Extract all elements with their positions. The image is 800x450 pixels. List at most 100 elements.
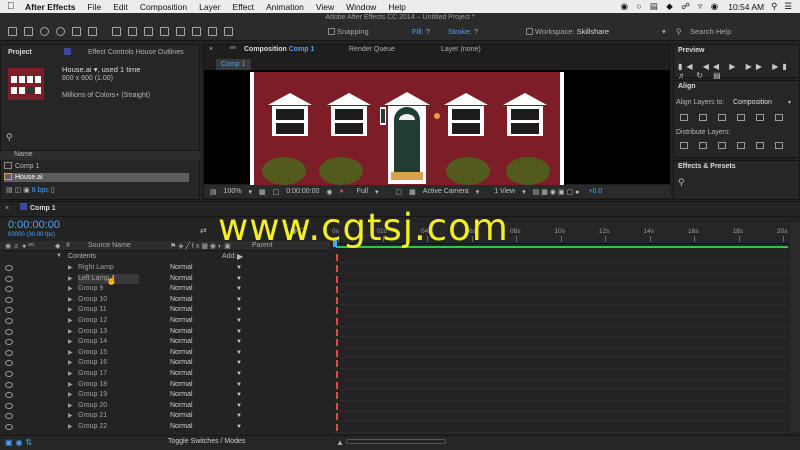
layer-name[interactable]: Group 18 (78, 380, 107, 391)
pen-tool-icon[interactable] (128, 27, 137, 36)
av-switch-icons[interactable]: ◉♬●⎃ (5, 242, 36, 251)
track-row[interactable] (333, 295, 789, 306)
track-row[interactable] (333, 411, 789, 422)
tab-project[interactable]: Project (8, 49, 32, 56)
expand-icon[interactable]: ▶ (68, 327, 73, 338)
layer-row[interactable]: ▶ Group 12 Normal ▼ (0, 316, 330, 327)
blend-mode[interactable]: Normal (170, 401, 193, 412)
keyframe-marker[interactable] (336, 318, 338, 325)
layer-row[interactable]: ▶ Group 10 Normal ▼ (0, 295, 330, 306)
keyframe-marker[interactable] (336, 392, 338, 400)
column-name[interactable]: Name (14, 151, 33, 158)
layer-row[interactable]: ▶ Group 9 Normal ▼ (0, 284, 330, 295)
expand-icon[interactable]: ▶ (68, 274, 73, 285)
menu-edit[interactable]: Edit (113, 2, 128, 12)
layer-row[interactable]: ▶ Right Lamp Normal ▼ (0, 263, 330, 274)
project-item-comp[interactable]: Comp 1 (4, 162, 189, 171)
blend-mode[interactable]: Normal (170, 390, 193, 401)
region-icon[interactable]: ▢ (396, 188, 403, 196)
pan-behind-tool-icon[interactable] (88, 27, 97, 36)
track-row[interactable] (333, 316, 789, 327)
channel-icon[interactable]: ● (340, 188, 344, 195)
menu-animation[interactable]: Animation (266, 2, 304, 12)
blend-mode[interactable]: Normal (170, 274, 193, 285)
blend-mode-dropdown-icon[interactable]: ▼ (236, 348, 242, 359)
camera-tool-icon[interactable] (72, 27, 81, 36)
distribute-bottom-icon[interactable] (718, 142, 726, 149)
track-row[interactable] (333, 274, 789, 285)
blend-mode-dropdown-icon[interactable]: ▼ (236, 358, 242, 369)
workspace-dropdown-icon[interactable]: ▾ (662, 27, 666, 36)
layer-row[interactable]: ▶ Group 14 Normal ▼ (0, 337, 330, 348)
distribute-vcenter-icon[interactable] (699, 142, 707, 149)
zoom-out-icon[interactable]: ▲ (336, 438, 344, 447)
interpret-icon[interactable]: ▤ (6, 187, 13, 194)
clone-stamp-tool-icon[interactable] (176, 27, 185, 36)
blend-mode[interactable]: Normal (170, 369, 193, 380)
eye-icon[interactable] (5, 392, 13, 399)
layer-name[interactable]: Group 10 (78, 295, 107, 306)
eye-icon[interactable] (5, 318, 13, 324)
menu-file[interactable]: File (88, 2, 102, 12)
keyframe-marker[interactable] (336, 424, 338, 431)
rotate-tool-icon[interactable] (56, 27, 65, 36)
contents-expand-icon[interactable]: ▼ (56, 253, 62, 259)
track-row[interactable] (333, 305, 789, 316)
layer-name[interactable]: Group 20 (78, 401, 107, 412)
blend-mode[interactable]: Normal (170, 358, 193, 369)
align-top-icon[interactable] (737, 114, 745, 121)
workspace-selector[interactable]: Workspace: Skillshare (526, 27, 609, 36)
eye-icon[interactable] (5, 307, 13, 314)
tab-composition[interactable]: Composition Comp 1 (244, 46, 314, 53)
close-tab-icon[interactable]: × (209, 46, 213, 53)
comp-breadcrumb[interactable]: Comp 1 (216, 59, 251, 70)
selection-tool-icon[interactable] (8, 27, 17, 36)
help-search-icon[interactable]: ⚲ (676, 27, 682, 36)
keyframe-marker[interactable] (336, 402, 338, 410)
blend-mode-dropdown-icon[interactable]: ▼ (236, 327, 242, 338)
keyframe-marker[interactable] (336, 265, 338, 272)
track-row[interactable] (333, 369, 789, 380)
resolution-dropdown-icon[interactable]: ▾ (375, 188, 379, 196)
layer-row[interactable]: ▶ Group 13 Normal ▼ (0, 327, 330, 338)
grid-icon[interactable]: ▦ (259, 188, 266, 196)
eye-icon[interactable] (5, 360, 13, 367)
number-icon[interactable]: # (66, 242, 70, 249)
column-source-name[interactable]: Source Name (88, 242, 131, 249)
bpc-toggle[interactable]: 8 bpc (32, 187, 49, 194)
preview-controls[interactable]: ▮◀ ◀◀ ▶ ▶▶ ▶▮ ♬ ↻ ▤ (678, 62, 800, 80)
align-right-icon[interactable] (718, 114, 726, 121)
expand-icon[interactable]: ▶ (68, 263, 73, 274)
tab-timeline-comp[interactable]: Comp 1 (30, 205, 56, 212)
fill-control[interactable]: Fill: ? (412, 27, 430, 36)
layer-name[interactable]: Group 21 (78, 411, 107, 422)
view-dropdown-icon[interactable]: ▾ (522, 188, 526, 196)
layer-row[interactable]: ▶ Group 15 Normal ▼ (0, 348, 330, 359)
keyframe-marker[interactable] (336, 307, 338, 315)
eye-icon[interactable] (5, 349, 13, 356)
list-icon[interactable]: ☰ (784, 1, 792, 12)
track-row[interactable] (333, 380, 789, 391)
keyframe-marker[interactable] (336, 254, 338, 261)
snapping-checkbox[interactable] (328, 28, 335, 35)
expand-icon[interactable]: ▶ (68, 358, 73, 369)
menu-window[interactable]: Window (346, 2, 376, 12)
blend-mode-dropdown-icon[interactable]: ▼ (236, 263, 242, 274)
resolution-select[interactable]: Full (357, 188, 368, 195)
layer-name[interactable]: Group 15 (78, 348, 107, 359)
track-row[interactable] (333, 348, 789, 359)
layer-name[interactable]: Group 17 (78, 369, 107, 380)
menu-composition[interactable]: Composition (140, 2, 187, 12)
label-icon[interactable]: ◆ (55, 242, 60, 250)
clock[interactable]: 10:54 AM (728, 2, 764, 12)
transparency-icon[interactable]: ▦ (409, 188, 416, 196)
eye-icon[interactable] (5, 339, 13, 346)
project-item-house[interactable]: House.ai (4, 173, 189, 182)
distribute-top-icon[interactable] (680, 142, 688, 149)
folder-icon[interactable]: ◫ (15, 187, 22, 194)
keyframe-marker[interactable] (336, 413, 338, 421)
menu-help[interactable]: Help (388, 2, 405, 12)
eye-icon[interactable] (5, 296, 13, 303)
blend-mode-dropdown-icon[interactable]: ▼ (236, 411, 242, 422)
keyframe-marker[interactable] (336, 339, 338, 347)
